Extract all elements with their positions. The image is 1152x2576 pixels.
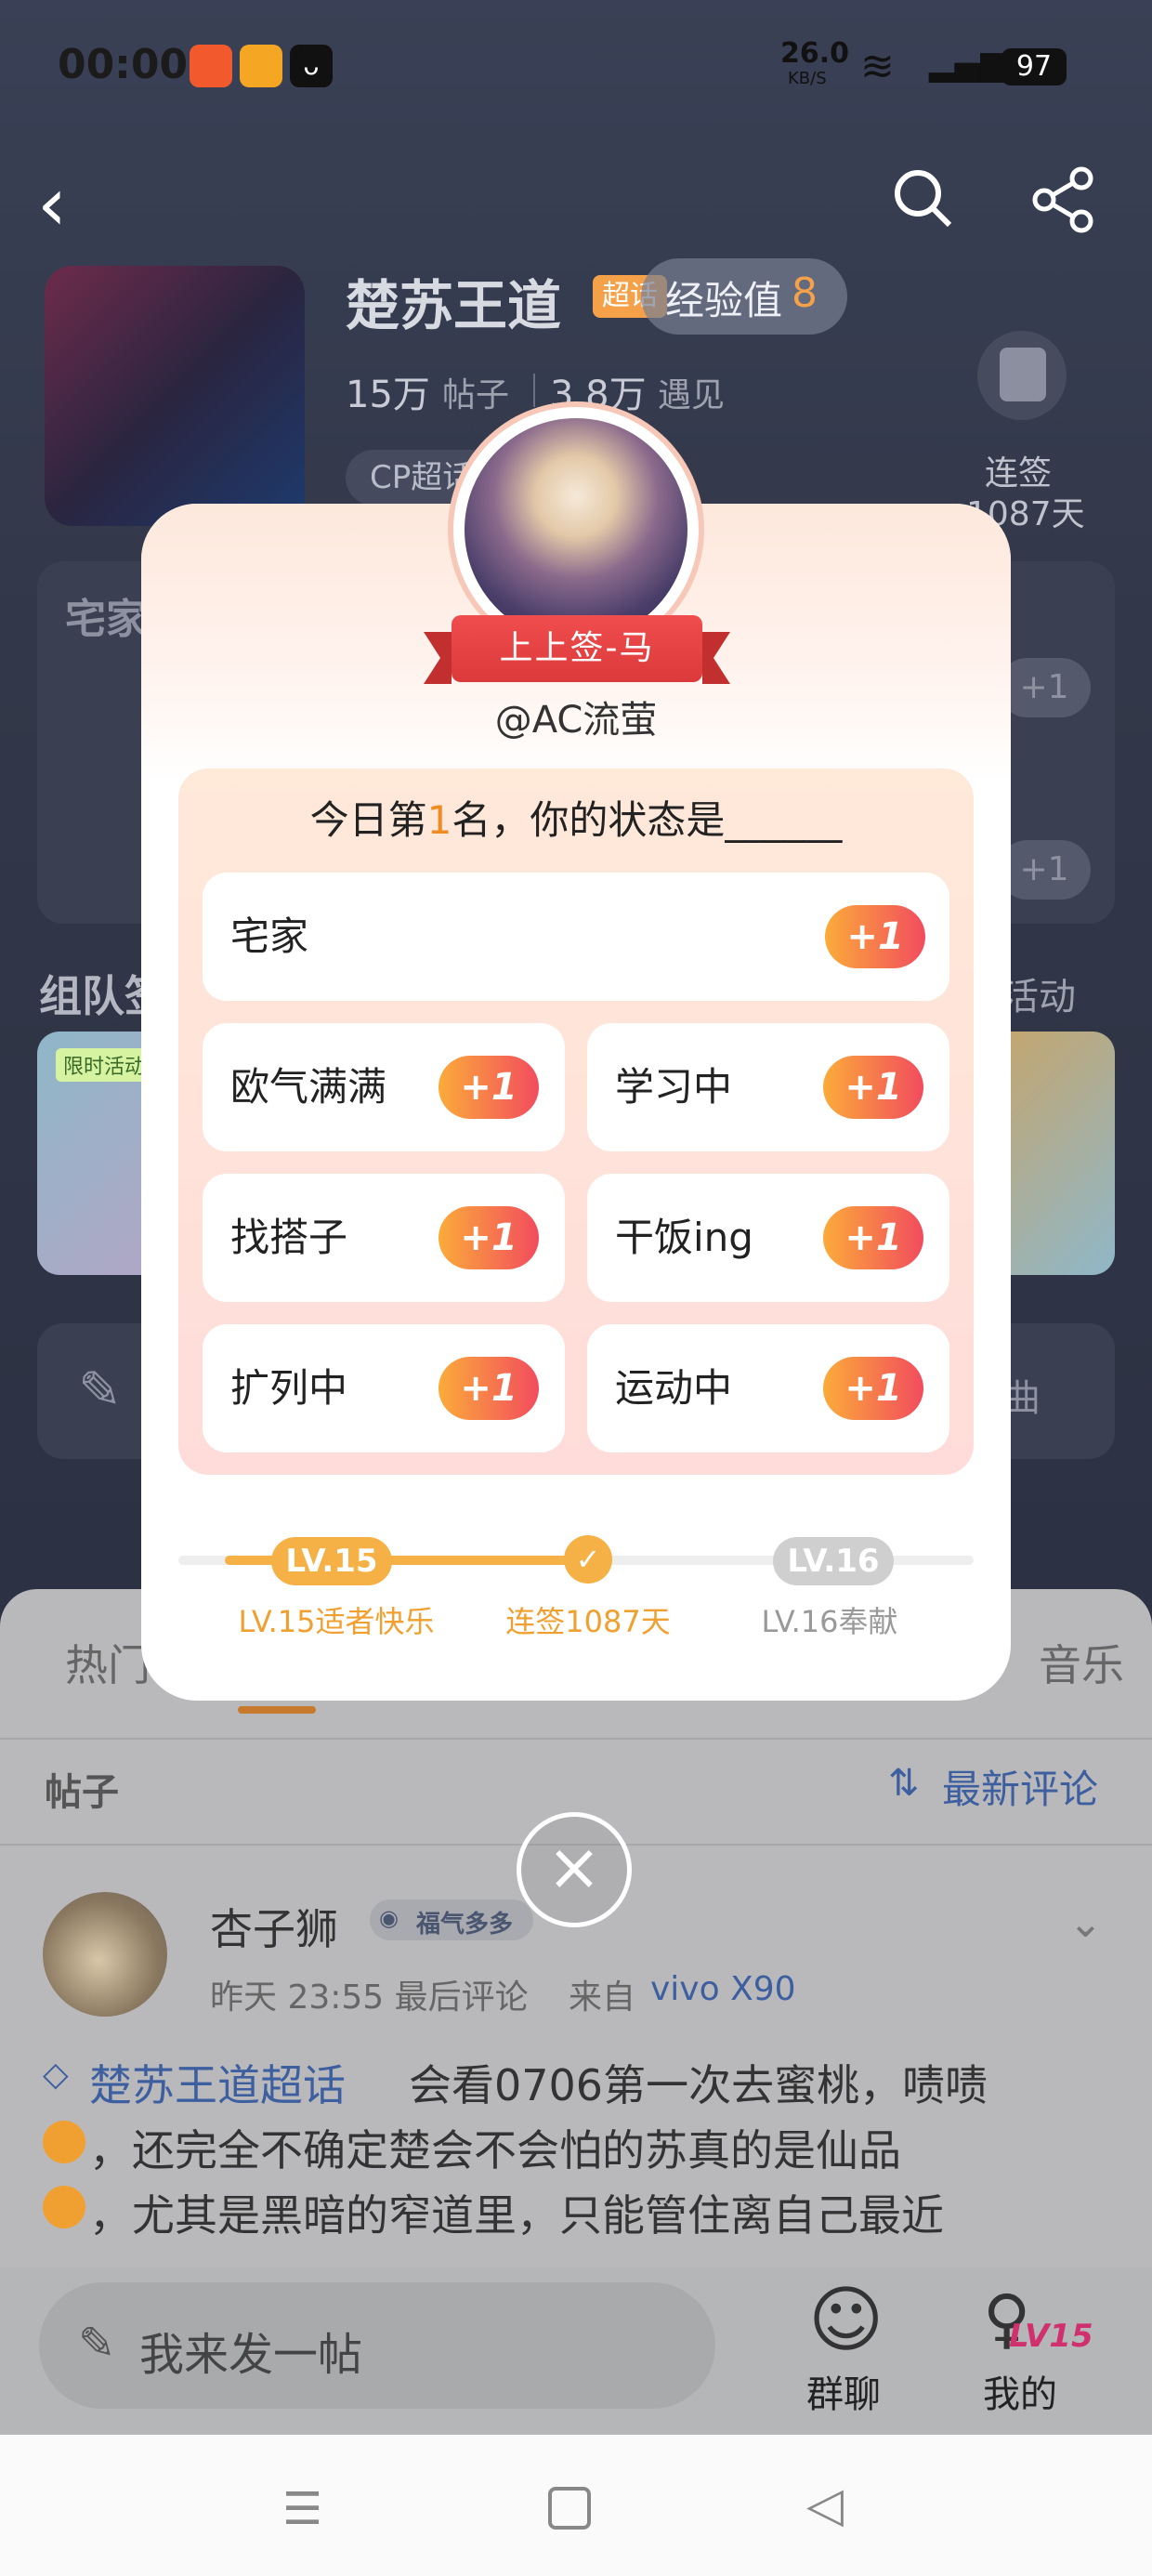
post-device[interactable]: vivo X90 bbox=[650, 1970, 796, 2008]
weibo-app-icon bbox=[190, 45, 232, 87]
tab-music[interactable]: 音乐 bbox=[1039, 1632, 1124, 1693]
posts-label: 帖子 bbox=[442, 376, 510, 414]
fortune-ribbon: 上上签-马 bbox=[424, 615, 730, 684]
option-label: 学习中 bbox=[615, 1064, 733, 1110]
prompt-prefix: 今日第 bbox=[309, 797, 427, 843]
post-text-line-2: ，还完全不确定楚会不会怕的苏真的是仙品 bbox=[89, 2125, 901, 2175]
author-avatar[interactable] bbox=[43, 1892, 167, 2017]
option-label: 找搭子 bbox=[230, 1215, 348, 1260]
user-avatar bbox=[465, 418, 687, 641]
lucky-bag-icon: ◉ bbox=[379, 1905, 399, 1931]
status-prompt: 今日第1名，你的状态是______ bbox=[178, 789, 974, 846]
tab-hot[interactable]: 热门 bbox=[65, 1632, 151, 1693]
status-option-studying[interactable]: 学习中 +1 bbox=[587, 1023, 949, 1151]
status-option-eating[interactable]: 干饭ing +1 bbox=[587, 1174, 949, 1302]
post-text-line-3: ，尤其是黑暗的窄道里，只能管住离自己最近 bbox=[89, 2190, 944, 2241]
plus-one-button[interactable]: +1 bbox=[823, 1056, 923, 1119]
post-source-prefix: 来自 bbox=[569, 1978, 636, 2017]
exp-label: 经验值 bbox=[665, 278, 783, 323]
net-speed-unit: KB/S bbox=[788, 69, 827, 88]
activity-link[interactable]: 活动 bbox=[1001, 966, 1076, 1020]
next-level-caption: LV.16奉献 bbox=[761, 1604, 898, 1639]
bg-section-label: 宅家 bbox=[65, 596, 147, 643]
author-name[interactable]: 杏子狮 bbox=[210, 1896, 338, 1957]
next-level-badge: LV.16 bbox=[773, 1537, 894, 1585]
bg-plus-button-2: +1 bbox=[998, 840, 1091, 900]
chevron-down-icon[interactable]: ⌄ bbox=[1068, 1899, 1103, 1947]
wifi-icon: ≋ bbox=[860, 43, 895, 90]
exp-value: 8 bbox=[792, 269, 818, 317]
mine-label[interactable]: 我的 bbox=[983, 2364, 1057, 2418]
status-option-partner[interactable]: 找搭子 +1 bbox=[203, 1174, 565, 1302]
calendar-glyph bbox=[1000, 348, 1046, 401]
pen-icon: ✎ bbox=[78, 1360, 122, 1421]
option-label: 欧气满满 bbox=[230, 1064, 387, 1110]
posts-section-title: 帖子 bbox=[45, 1771, 119, 1814]
blush-emoji-icon bbox=[43, 2186, 85, 2228]
sort-filter-icon[interactable]: ⇅ bbox=[888, 1762, 920, 1805]
checkmark-icon: ✓ bbox=[564, 1535, 612, 1584]
share-icon[interactable] bbox=[1029, 165, 1098, 234]
heart-eyes-emoji-icon bbox=[43, 2121, 85, 2163]
sort-latest-comment[interactable]: 最新评论 bbox=[942, 1758, 1098, 1815]
plus-one-button[interactable]: +1 bbox=[439, 1206, 539, 1269]
tab-indicator bbox=[238, 1706, 316, 1714]
popup-username: @AC流萤 bbox=[494, 699, 658, 742]
search-icon[interactable] bbox=[890, 165, 955, 230]
checkin-popup: 上上签-马 @AC流萤 今日第1名，你的状态是______ 宅家 +1 欧气满满… bbox=[141, 407, 1011, 1701]
post-text-line-1: 会看0706第一次去蜜桃，啧啧 bbox=[409, 2060, 988, 2110]
author-badge: 福气多多 bbox=[416, 1911, 514, 1939]
community-cover-image[interactable] bbox=[45, 266, 305, 526]
status-option-home[interactable]: 宅家 +1 bbox=[203, 873, 949, 1001]
my-level-badge: LV15 bbox=[1009, 2318, 1093, 2355]
menu-icon[interactable]: ☰ bbox=[282, 2483, 322, 2535]
compose-pen-icon: ✎ bbox=[78, 2318, 116, 2370]
plus-one-button[interactable]: +1 bbox=[823, 1357, 923, 1420]
plus-one-button[interactable]: +1 bbox=[823, 1206, 923, 1269]
prompt-suffix: 名，你的状态是______ bbox=[452, 797, 843, 843]
topic-link[interactable]: 楚苏王道超话 bbox=[89, 2052, 346, 2113]
home-square-icon[interactable] bbox=[548, 2487, 591, 2530]
plus-one-button[interactable]: +1 bbox=[439, 1357, 539, 1420]
rank-number: 1 bbox=[426, 797, 452, 843]
limited-activity-tag: 限时活动 bbox=[56, 1048, 153, 1082]
divider bbox=[533, 374, 535, 407]
back-triangle-icon[interactable]: ◁ bbox=[806, 2477, 844, 2533]
status-option-friends[interactable]: 扩列中 +1 bbox=[203, 1324, 565, 1452]
community-name: 楚苏王道 bbox=[346, 274, 562, 337]
signal-icon: ▂▄▆ bbox=[929, 45, 1007, 83]
post-time: 昨天 23:55 最后评论 bbox=[210, 1978, 529, 2017]
back-arrow-icon[interactable]: ‹ bbox=[37, 167, 67, 242]
close-popup-button[interactable]: × bbox=[517, 1812, 632, 1927]
status-time: 00:00 bbox=[58, 41, 189, 88]
group-chat-icon[interactable]: ☺ bbox=[808, 2279, 884, 2362]
battery-indicator: 97 bbox=[1001, 48, 1067, 85]
checkin-caption: 连签1087天 bbox=[505, 1604, 671, 1639]
option-label: 运动中 bbox=[615, 1365, 733, 1411]
option-label: 宅家 bbox=[230, 913, 309, 959]
video-app-icon bbox=[240, 45, 282, 87]
current-level-badge: LV.15 bbox=[271, 1537, 392, 1585]
topic-diamond-icon: ◇ bbox=[43, 2056, 69, 2094]
option-label: 扩列中 bbox=[230, 1365, 348, 1411]
status-option-exercise[interactable]: 运动中 +1 bbox=[587, 1324, 949, 1452]
plus-one-button[interactable]: +1 bbox=[825, 905, 925, 968]
meet-label[interactable]: 遇见 bbox=[658, 368, 725, 416]
status-options-panel: 今日第1名，你的状态是______ 宅家 +1 欧气满满 +1 学习中 +1 找… bbox=[178, 769, 974, 1475]
smile-app-icon: ᴗ bbox=[290, 45, 333, 87]
net-speed: 26.0 bbox=[780, 37, 850, 70]
group-chat-label[interactable]: 群聊 bbox=[806, 2364, 881, 2418]
status-option-lucky[interactable]: 欧气满满 +1 bbox=[203, 1023, 565, 1151]
compose-placeholder: 我来发一帖 bbox=[139, 2329, 363, 2381]
current-level-caption: LV.15适者快乐 bbox=[238, 1604, 435, 1639]
bg-plus-button: +1 bbox=[998, 658, 1091, 717]
plus-one-button[interactable]: +1 bbox=[439, 1056, 539, 1119]
posts-count: 15万 bbox=[346, 374, 430, 416]
divider bbox=[0, 1738, 1152, 1740]
option-label: 干饭ing bbox=[615, 1215, 753, 1260]
